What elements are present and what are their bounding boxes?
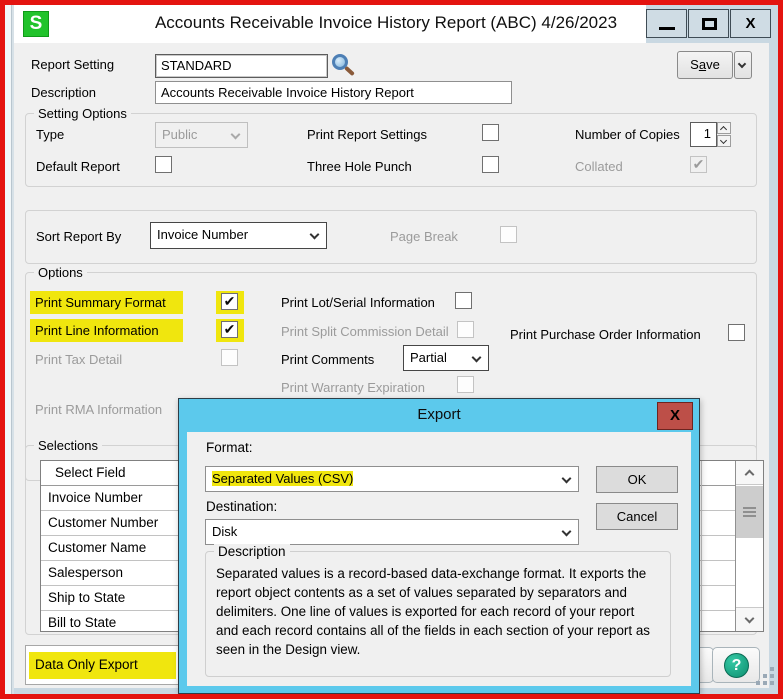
chevron-down-icon	[231, 130, 241, 140]
print-report-settings-checkbox[interactable]	[482, 124, 499, 141]
save-dropdown-button[interactable]	[734, 51, 752, 79]
print-lot-serial-checkbox[interactable]	[455, 292, 472, 309]
collated-label: Collated	[575, 159, 623, 174]
screenshot-frame: S Accounts Receivable Invoice History Re…	[0, 0, 783, 699]
print-rma-information-label: Print RMA Information	[35, 402, 162, 417]
background-window-edge	[5, 5, 14, 694]
print-split-commission-checkbox	[457, 321, 474, 338]
print-line-information-label: Print Line Information	[35, 323, 159, 338]
scrollbar-grip-icon	[743, 507, 756, 509]
chevron-up-icon	[745, 470, 755, 480]
description-label: Description	[31, 85, 96, 100]
minimize-button[interactable]	[646, 9, 687, 38]
report-setting-label: Report Setting	[31, 57, 114, 72]
export-dialog: Export X Format: Separated Values (CSV) …	[178, 398, 700, 694]
maximize-icon	[702, 18, 717, 30]
page-break-label: Page Break	[390, 229, 458, 244]
chevron-down-icon	[310, 230, 320, 240]
export-dialog-title: Export	[179, 406, 699, 423]
spinner-down-button[interactable]	[717, 135, 731, 147]
print-comments-select[interactable]: Partial	[403, 345, 489, 371]
description-input[interactable]: Accounts Receivable Invoice History Repo…	[155, 81, 512, 104]
chevron-down-icon	[562, 474, 572, 484]
data-only-export-label: Data Only Export	[35, 657, 138, 672]
setting-options-legend: Setting Options	[34, 106, 131, 121]
help-button[interactable]: ?	[712, 647, 760, 683]
chevron-down-icon	[472, 353, 482, 363]
three-hole-punch-label: Three Hole Punch	[307, 159, 412, 174]
collated-checkbox: ✔	[690, 156, 707, 173]
export-dialog-body: Format: Separated Values (CSV) OK Destin…	[187, 432, 691, 686]
chevron-down-icon	[738, 60, 746, 68]
type-select: Public	[155, 122, 248, 148]
save-button[interactable]: Save	[677, 51, 733, 79]
number-of-copies-stepper[interactable]	[717, 122, 731, 147]
scroll-down-button[interactable]	[736, 607, 763, 631]
print-purchase-order-label: Print Purchase Order Information	[510, 327, 701, 342]
print-tax-detail-label: Print Tax Detail	[35, 352, 122, 367]
chevron-up-icon	[720, 126, 727, 133]
number-of-copies-label: Number of Copies	[575, 127, 680, 142]
spinner-up-button[interactable]	[717, 122, 731, 134]
print-report-settings-label: Print Report Settings	[307, 127, 427, 142]
export-description-legend: Description	[214, 544, 290, 559]
type-label: Type	[36, 127, 64, 142]
print-split-commission-label: Print Split Commission Detail	[281, 324, 449, 339]
lookup-magnifier-icon[interactable]	[332, 54, 348, 70]
report-window: S Accounts Receivable Invoice History Re…	[14, 5, 778, 694]
format-label: Format:	[206, 440, 253, 455]
title-bar: S Accounts Receivable Invoice History Re…	[14, 5, 778, 43]
highlight-format-value: Separated Values (CSV)	[212, 471, 353, 486]
number-of-copies-input[interactable]: 1	[690, 122, 717, 147]
cancel-button[interactable]: Cancel	[596, 503, 678, 530]
ok-button[interactable]: OK	[596, 466, 678, 493]
three-hole-punch-checkbox[interactable]	[482, 156, 499, 173]
window-title: Accounts Receivable Invoice History Repo…	[134, 13, 638, 33]
print-summary-format-label: Print Summary Format	[35, 295, 166, 310]
chevron-down-icon	[720, 137, 727, 144]
print-line-information-checkbox[interactable]: ✔	[221, 321, 238, 338]
print-warranty-expiration-checkbox	[457, 376, 474, 393]
sage-app-icon: S	[23, 11, 49, 37]
scroll-up-button[interactable]	[736, 461, 763, 485]
destination-label: Destination:	[206, 499, 277, 514]
print-tax-detail-checkbox	[221, 349, 238, 366]
chevron-down-icon	[562, 527, 572, 537]
print-warranty-expiration-label: Print Warranty Expiration	[281, 380, 425, 395]
export-close-button[interactable]: X	[657, 402, 693, 430]
selections-legend: Selections	[34, 438, 102, 453]
grid-column-separator	[701, 461, 702, 631]
close-button[interactable]: X	[730, 9, 771, 38]
window-controls: X	[646, 5, 778, 43]
default-report-checkbox[interactable]	[155, 156, 172, 173]
help-icon: ?	[724, 653, 749, 678]
print-comments-label: Print Comments	[281, 352, 374, 367]
sort-report-by-select[interactable]: Invoice Number	[150, 222, 327, 249]
chevron-down-icon	[745, 614, 755, 624]
maximize-button[interactable]	[688, 9, 729, 38]
print-lot-serial-label: Print Lot/Serial Information	[281, 295, 435, 310]
print-purchase-order-checkbox[interactable]	[728, 324, 745, 341]
scrollbar-thumb[interactable]	[736, 486, 763, 538]
destination-select[interactable]: Disk	[205, 519, 579, 545]
export-description-group: Description Separated values is a record…	[205, 551, 671, 677]
default-report-label: Default Report	[36, 159, 120, 174]
page-break-checkbox	[500, 226, 517, 243]
vertical-scrollbar[interactable]	[735, 461, 763, 631]
sort-report-by-label: Sort Report By	[36, 229, 121, 244]
setting-options-group: Setting Options	[25, 113, 757, 187]
format-select[interactable]: Separated Values (CSV)	[205, 466, 579, 492]
resize-grip[interactable]	[770, 667, 774, 671]
print-summary-format-checkbox[interactable]: ✔	[221, 293, 238, 310]
minimize-icon	[659, 27, 675, 30]
options-legend: Options	[34, 265, 87, 280]
report-setting-input[interactable]: STANDARD	[155, 54, 328, 78]
window-body: Report Setting STANDARD Save Description…	[14, 43, 769, 688]
export-description-text: Separated values is a record-based data-…	[216, 564, 660, 659]
